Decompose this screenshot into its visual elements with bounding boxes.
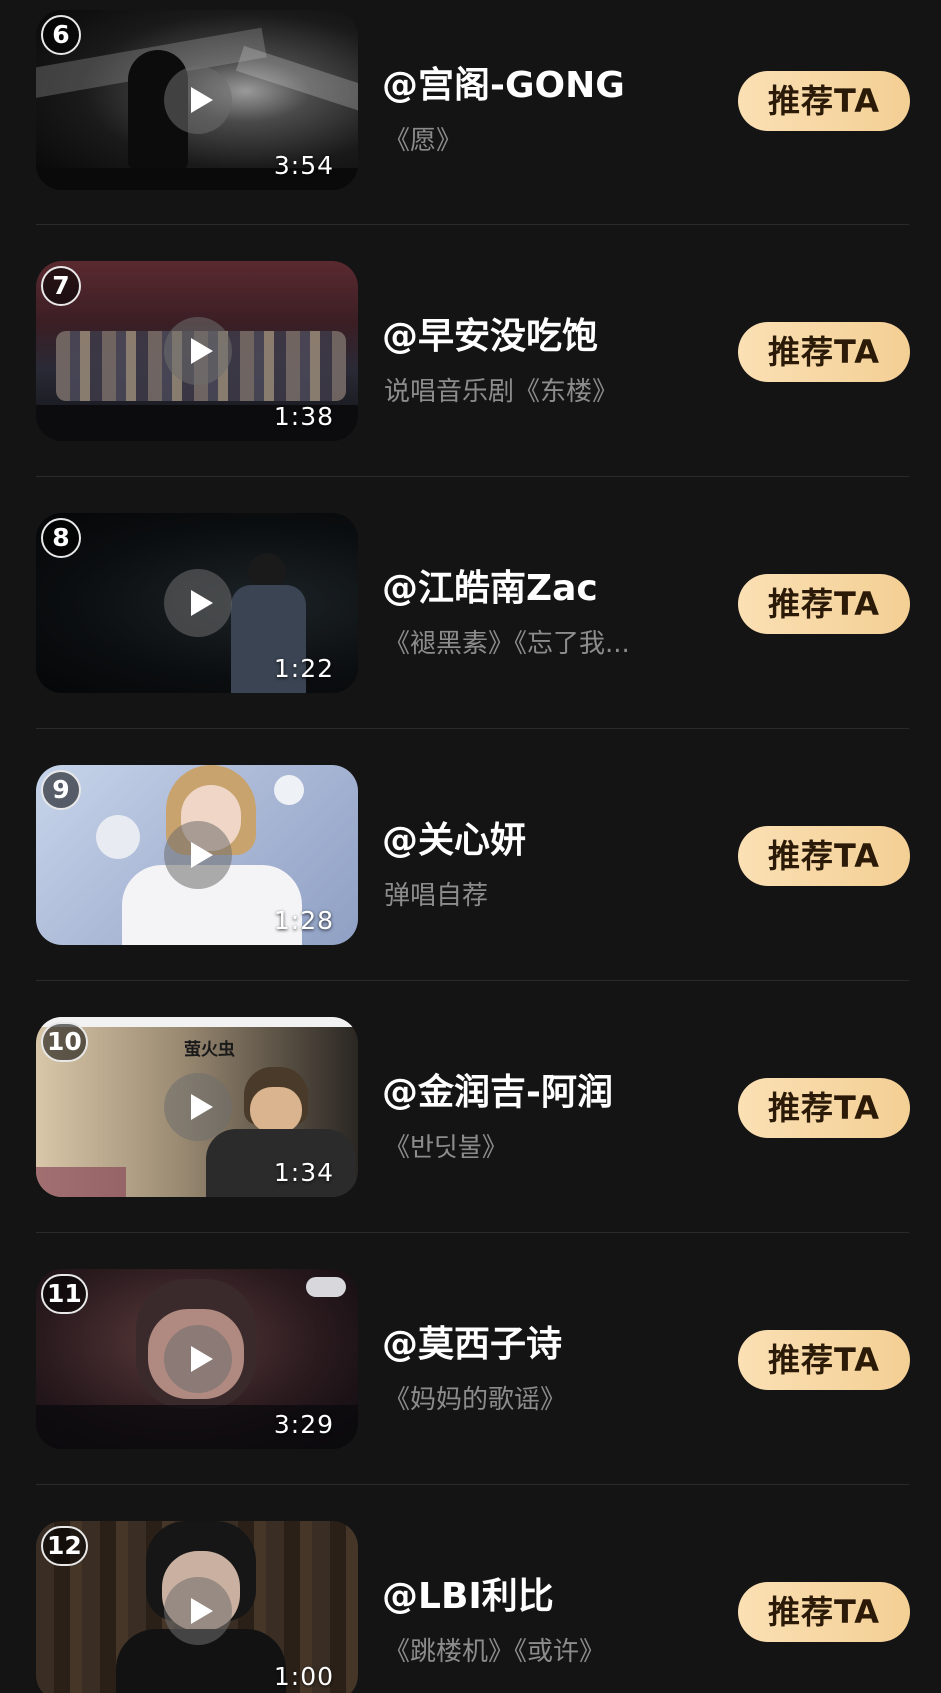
recommend-button[interactable]: 推荐TA bbox=[738, 1330, 910, 1390]
video-duration: 1:28 bbox=[273, 906, 334, 935]
rank-badge: 12 bbox=[41, 1526, 88, 1566]
rank-badge: 9 bbox=[41, 770, 81, 810]
video-thumbnail[interactable]: 萤火虫 10 1:34 bbox=[36, 1017, 358, 1197]
recommend-button[interactable]: 推荐TA bbox=[738, 322, 910, 382]
creator-name[interactable]: @金润吉-阿润 bbox=[382, 1063, 712, 1115]
video-thumbnail[interactable]: 11 3:29 bbox=[36, 1269, 358, 1449]
video-duration: 1:22 bbox=[273, 654, 334, 683]
video-duration: 1:34 bbox=[273, 1158, 334, 1187]
play-icon[interactable] bbox=[164, 1073, 232, 1141]
play-icon[interactable] bbox=[164, 317, 232, 385]
list-item[interactable]: 8 1:22 @江皓南Zac 《褪黑素》《忘了我... 推荐TA bbox=[0, 504, 941, 756]
video-thumbnail[interactable]: 12 1:00 bbox=[36, 1521, 358, 1693]
divider bbox=[36, 728, 909, 729]
recommend-button[interactable]: 推荐TA bbox=[738, 826, 910, 886]
video-thumbnail[interactable]: 7 1:38 bbox=[36, 261, 358, 441]
creator-name[interactable]: @早安没吃饱 bbox=[382, 307, 712, 359]
creator-name[interactable]: @宫阁-GONG bbox=[382, 56, 712, 108]
video-duration: 1:38 bbox=[273, 402, 334, 431]
creator-subtitle: 《반딧불》 bbox=[384, 1133, 508, 1163]
play-icon[interactable] bbox=[164, 1325, 232, 1393]
creator-subtitle: 《妈妈的歌谣》 bbox=[384, 1385, 567, 1415]
creator-name[interactable]: @关心妍 bbox=[382, 811, 712, 863]
recommend-button[interactable]: 推荐TA bbox=[738, 71, 910, 131]
creator-subtitle: 说唱音乐剧《东楼》 bbox=[384, 377, 619, 407]
divider bbox=[36, 476, 909, 477]
video-thumbnail[interactable]: 9 1:28 bbox=[36, 765, 358, 945]
divider bbox=[36, 1232, 909, 1233]
creator-subtitle: 《愿》 bbox=[384, 126, 463, 156]
video-thumbnail[interactable]: 8 1:22 bbox=[36, 513, 358, 693]
creator-name[interactable]: @LBI利比 bbox=[382, 1567, 712, 1619]
list-item[interactable]: 11 3:29 @莫西子诗 《妈妈的歌谣》 推荐TA bbox=[0, 1260, 941, 1512]
divider bbox=[36, 980, 909, 981]
rank-badge: 8 bbox=[41, 518, 81, 558]
rank-badge: 6 bbox=[41, 15, 81, 55]
video-duration: 3:54 bbox=[273, 151, 334, 180]
rank-badge: 10 bbox=[41, 1022, 88, 1062]
play-icon[interactable] bbox=[164, 569, 232, 637]
list-item[interactable]: 7 1:38 @早安没吃饱 说唱音乐剧《东楼》 推荐TA bbox=[0, 252, 941, 504]
recommend-button[interactable]: 推荐TA bbox=[738, 1582, 910, 1642]
play-icon[interactable] bbox=[164, 821, 232, 889]
list-item[interactable]: 萤火虫 10 1:34 @金润吉-阿润 《반딧불》 推荐TA bbox=[0, 1008, 941, 1260]
rank-badge: 11 bbox=[41, 1274, 88, 1314]
thumbnail-caption: 萤火虫 bbox=[184, 1040, 235, 1060]
creator-name[interactable]: @江皓南Zac bbox=[382, 559, 712, 611]
list-item[interactable]: 9 1:28 @关心妍 弹唱自荐 推荐TA bbox=[0, 756, 941, 1008]
list-item[interactable]: 12 1:00 @LBI利比 《跳楼机》《或许》 推荐TA bbox=[0, 1512, 941, 1693]
rank-badge: 7 bbox=[41, 266, 81, 306]
play-icon[interactable] bbox=[164, 1577, 232, 1645]
play-icon[interactable] bbox=[164, 66, 232, 134]
list-item[interactable]: 6 3:54 @宫阁-GONG 《愿》 推荐TA bbox=[0, 0, 941, 252]
creator-subtitle: 弹唱自荐 bbox=[384, 881, 489, 911]
divider bbox=[36, 1484, 909, 1485]
recommend-button[interactable]: 推荐TA bbox=[738, 574, 910, 634]
recommend-button[interactable]: 推荐TA bbox=[738, 1078, 910, 1138]
video-thumbnail[interactable]: 6 3:54 bbox=[36, 10, 358, 190]
creator-subtitle: 《跳楼机》《或许》 bbox=[384, 1637, 606, 1667]
recommendation-list: 6 3:54 @宫阁-GONG 《愿》 推荐TA 7 1:38 @早安没吃饱 说… bbox=[0, 0, 941, 1693]
creator-name[interactable]: @莫西子诗 bbox=[382, 1315, 712, 1367]
video-duration: 3:29 bbox=[273, 1410, 334, 1439]
video-duration: 1:00 bbox=[273, 1662, 334, 1691]
creator-subtitle: 《褪黑素》《忘了我... bbox=[384, 629, 630, 659]
divider bbox=[36, 224, 909, 225]
